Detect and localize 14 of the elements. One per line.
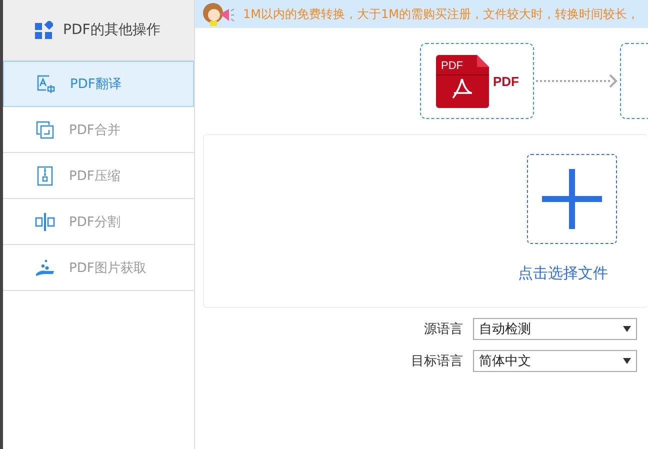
notice-text: 1M以内的免费转换，大于1M的需购买注册，文件较大时，转换时间较长， [243, 6, 639, 22]
select-file-link[interactable]: 点击选择文件 [518, 264, 608, 283]
sidebar-item[interactable]: PDF翻译 [3, 61, 194, 107]
sidebar-item[interactable]: PDF分割 [3, 199, 194, 245]
sidebar-item[interactable]: PDF压缩 [3, 153, 194, 199]
language-select[interactable]: 自动检测 [473, 318, 637, 340]
sidebar-item[interactable]: PDF图片获取 [3, 245, 194, 291]
format-label: PDF [493, 74, 519, 88]
sidebar-title: PDF的其他操作 [63, 21, 160, 39]
language-select[interactable]: 简体中文 [473, 350, 637, 372]
option-label: 目标语言 [410, 353, 463, 370]
option-label: 源语言 [423, 321, 463, 338]
sidebar-item[interactable]: PDF合并 [3, 107, 194, 153]
icon-label: PDF [441, 60, 463, 72]
